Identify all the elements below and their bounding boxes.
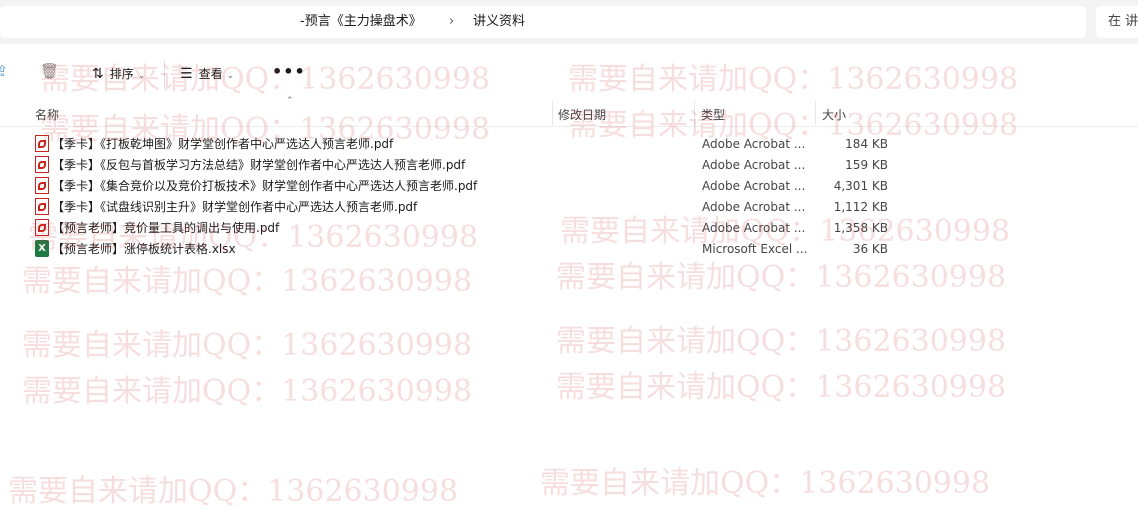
- view-icon: ☰: [180, 66, 193, 82]
- sort-button[interactable]: ⇅ 排序 ⌄: [92, 64, 145, 84]
- pdf-icon: [35, 198, 49, 215]
- watermark-text: 需要自来请加QQ：1362630998: [556, 324, 1007, 359]
- file-row[interactable]: 【季卡】《反包与首板学习方法总结》财学堂创作者中心严选达人预言老师.pdf Ad…: [30, 155, 910, 176]
- share-icon[interactable]: ⇪: [0, 62, 9, 80]
- pdf-icon: [35, 219, 49, 236]
- file-row[interactable]: 【季卡】《打板乾坤图》财学堂创作者中心严选达人预言老师.pdf Adobe Ac…: [30, 134, 910, 155]
- command-bar: [0, 44, 1138, 100]
- file-type: Adobe Acrobat ...: [702, 221, 806, 235]
- watermark-text: 需要自来请加QQ：1362630998: [8, 474, 459, 509]
- sort-icon: ⇅: [92, 66, 104, 82]
- column-divider[interactable]: [815, 101, 816, 125]
- breadcrumb-chevron-icon[interactable]: ›: [449, 0, 454, 44]
- breadcrumb-parent[interactable]: -预言《主力操盘术》: [300, 0, 422, 44]
- file-row[interactable]: 【季卡】《试盘线识别主升》财学堂创作者中心严选达人预言老师.pdf Adobe …: [30, 197, 910, 218]
- column-header-size[interactable]: 大小: [822, 106, 846, 123]
- breadcrumb-current[interactable]: 讲义资料: [473, 0, 525, 44]
- file-type: Adobe Acrobat ...: [702, 200, 806, 214]
- pdf-icon: [35, 135, 49, 152]
- file-name: 【季卡】《反包与首板学习方法总结》财学堂创作者中心严选达人预言老师.pdf: [52, 158, 466, 172]
- file-type: Adobe Acrobat ...: [702, 137, 806, 151]
- sort-label: 排序: [109, 67, 134, 81]
- file-size: 1,358 KB: [833, 221, 888, 235]
- file-name: 【季卡】《集合竞价以及竞价打板技术》财学堂创作者中心严选达人预言老师.pdf: [52, 179, 478, 193]
- watermark-text: 需要自来请加QQ：1362630998: [556, 370, 1007, 405]
- pdf-icon: [35, 177, 49, 194]
- more-options-button[interactable]: •••: [272, 62, 306, 81]
- excel-icon: X: [35, 240, 49, 257]
- file-size: 184 KB: [845, 137, 888, 151]
- sort-ascending-icon: ⌃: [286, 96, 294, 106]
- file-name: 【季卡】《试盘线识别主升》财学堂创作者中心严选达人预言老师.pdf: [52, 200, 418, 214]
- pdf-icon: [35, 156, 49, 173]
- file-name: 【季卡】《打板乾坤图》财学堂创作者中心严选达人预言老师.pdf: [52, 137, 394, 151]
- watermark-text: 需要自来请加QQ：1362630998: [22, 374, 473, 409]
- column-divider[interactable]: [552, 101, 553, 125]
- file-type: Microsoft Excel ...: [702, 242, 808, 256]
- file-size: 1,112 KB: [833, 200, 888, 214]
- file-row[interactable]: 【季卡】《集合竞价以及竞价打板技术》财学堂创作者中心严选达人预言老师.pdf A…: [30, 176, 910, 197]
- file-type: Adobe Acrobat ...: [702, 158, 806, 172]
- file-size: 4,301 KB: [833, 179, 888, 193]
- column-header-type[interactable]: 类型: [701, 106, 725, 123]
- watermark-text: 需要自来请加QQ：1362630998: [22, 328, 473, 363]
- search-input[interactable]: 在 讲: [1108, 0, 1138, 44]
- file-size: 159 KB: [845, 158, 888, 172]
- file-row[interactable]: 【预言老师】竞价量工具的调出与使用.pdf Adobe Acrobat ... …: [30, 218, 910, 239]
- column-header-date[interactable]: 修改日期: [558, 106, 606, 123]
- view-label: 查看: [198, 67, 223, 81]
- column-header-name[interactable]: 名称: [35, 106, 59, 123]
- file-row[interactable]: X 【预言老师】涨停板统计表格.xlsx Microsoft Excel ...…: [30, 239, 910, 260]
- toolbar-divider: [164, 60, 165, 88]
- delete-icon[interactable]: 🗑: [40, 62, 59, 80]
- watermark-text: 需要自来请加QQ：1362630998: [540, 466, 991, 501]
- chevron-down-icon: ⌄: [226, 71, 235, 81]
- chevron-down-icon: ⌄: [137, 71, 146, 81]
- watermark-text: 需要自来请加QQ：1362630998: [22, 264, 473, 299]
- column-divider[interactable]: [694, 101, 695, 125]
- view-button[interactable]: ☰ 查看 ⌄: [180, 64, 234, 84]
- file-name: 【预言老师】涨停板统计表格.xlsx: [52, 242, 236, 256]
- file-type: Adobe Acrobat ...: [702, 179, 806, 193]
- address-bar[interactable]: [0, 6, 1086, 38]
- file-size: 36 KB: [852, 242, 888, 256]
- file-name: 【预言老师】竞价量工具的调出与使用.pdf: [52, 221, 280, 235]
